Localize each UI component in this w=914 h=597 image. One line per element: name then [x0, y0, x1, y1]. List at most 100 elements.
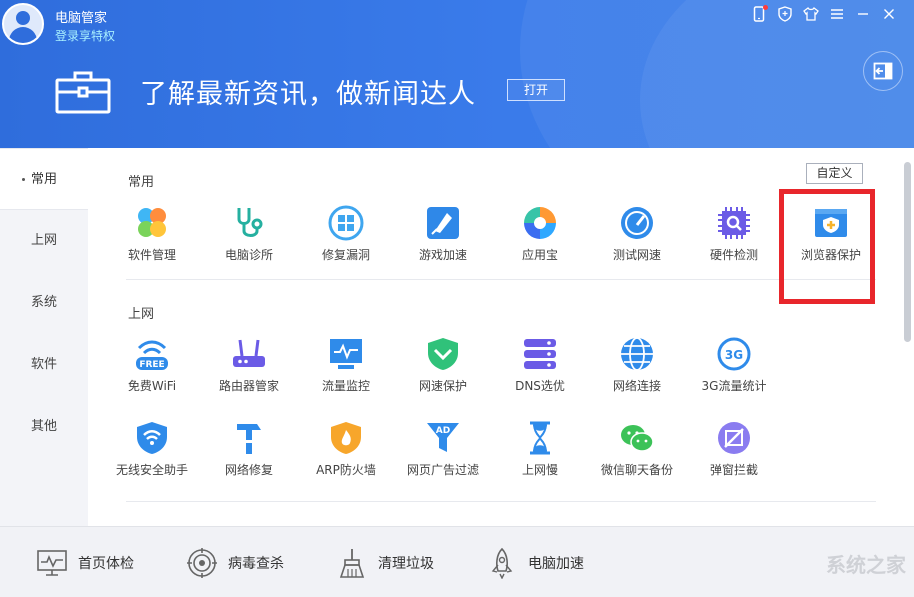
tool-label: 网速保护 [418, 379, 467, 393]
nav-home-checkup[interactable]: 首页体检 [36, 547, 134, 579]
close-icon[interactable] [876, 4, 902, 24]
dns-server-icon [524, 339, 556, 369]
tool-label: 修复漏洞 [321, 248, 370, 262]
tool-wechat-backup[interactable]: 微信聊天备份 [594, 420, 680, 492]
skin-shirt-icon[interactable] [798, 4, 824, 24]
tool-label: 路由器管家 [218, 379, 279, 393]
nav-virus-scan[interactable]: 病毒查杀 [186, 547, 284, 579]
sidebar-item-label: 其他 [30, 419, 57, 434]
shield-icon[interactable] [772, 4, 798, 24]
globe-icon [621, 337, 653, 371]
tool-popup-block[interactable]: 弹窗拦截 [691, 420, 777, 492]
tool-label: 网页广告过滤 [406, 463, 479, 477]
wechat-icon [621, 425, 654, 452]
app-title: 电脑管家 [55, 11, 108, 26]
tool-app-store[interactable]: 应用宝 [497, 205, 583, 277]
tool-label: 网络修复 [224, 463, 273, 477]
sidebar: 常用 上网 系统 软件 其他 [0, 148, 88, 526]
tool-label: 游戏加速 [418, 248, 467, 262]
scrollbar[interactable] [904, 162, 911, 342]
tool-speed-test[interactable]: 测试网速 [594, 205, 680, 277]
sidebar-item-system[interactable]: 系统 [0, 272, 88, 334]
tool-label: 流量监控 [321, 379, 370, 393]
tool-router-manager[interactable]: 路由器管家 [206, 336, 292, 408]
tool-label: 应用宝 [521, 248, 558, 262]
app-store-icon [524, 207, 556, 239]
section-title: 上网 [128, 307, 155, 322]
tool-label: 微信聊天备份 [600, 463, 673, 477]
tool-label: 免费WiFi [127, 379, 177, 393]
tool-speed-protection[interactable]: 网速保护 [400, 336, 486, 408]
target-icon [187, 548, 217, 578]
nav-label: 病毒查杀 [228, 556, 284, 572]
tool-label: 网络连接 [612, 379, 661, 393]
phone-icon[interactable] [746, 4, 772, 24]
tool-label: ARP防火墙 [316, 463, 376, 477]
tool-pc-clinic[interactable]: 电脑诊所 [206, 205, 292, 277]
tool-network-repair[interactable]: 网络修复 [206, 420, 292, 492]
tool-slow-internet[interactable]: 上网慢 [497, 420, 583, 492]
nav-pc-speedup[interactable]: 电脑加速 [486, 547, 584, 579]
tool-fix-vulnerability[interactable]: 修复漏洞 [303, 205, 389, 277]
nav-label: 清理垃圾 [378, 556, 434, 572]
sidebar-item-other[interactable]: 其他 [0, 396, 88, 458]
tool-label: 3G流量统计 [701, 379, 767, 393]
tool-traffic-monitor[interactable]: 流量监控 [303, 336, 389, 408]
ad-badge: AD [436, 426, 450, 436]
tool-label: 弹窗拦截 [709, 463, 758, 477]
nav-clean-junk[interactable]: 清理垃圾 [336, 547, 434, 579]
avatar[interactable] [2, 3, 44, 45]
tool-label: DNS选优 [515, 379, 565, 393]
toolbox-icon [55, 70, 111, 114]
tool-network-connection[interactable]: 网络连接 [594, 336, 680, 408]
tool-wireless-security[interactable]: 无线安全助手 [109, 420, 195, 492]
watermark-logo: 系统之家 [826, 553, 906, 577]
tool-label: 无线安全助手 [115, 463, 188, 477]
menu-icon[interactable] [824, 4, 850, 24]
tool-label: 电脑诊所 [224, 248, 273, 262]
header-banner: 电脑管家 登录享特权 了解最新资讯，做新闻达人 打开 [0, 0, 914, 148]
tool-game-boost[interactable]: 游戏加速 [400, 205, 486, 277]
tool-dns-optimize[interactable]: DNS选优 [497, 336, 583, 408]
3g-icon: 3G [717, 337, 751, 371]
highlight-box [779, 189, 875, 304]
section-divider [126, 501, 876, 502]
rocket-icon [491, 547, 513, 579]
sidebar-item-software[interactable]: 软件 [0, 334, 88, 396]
monitor-pulse-icon [37, 550, 67, 576]
section-divider [126, 279, 876, 280]
nav-label: 电脑加速 [528, 556, 584, 572]
tool-arp-firewall[interactable]: ARP防火墙 [303, 420, 389, 492]
free-badge: FREE [139, 360, 164, 370]
windows-repair-icon [328, 205, 364, 241]
bottom-nav: 首页体检 病毒查杀 清理垃圾 电脑加速 系统之家 [0, 526, 914, 597]
login-link[interactable]: 登录享特权 [55, 27, 115, 44]
sidebar-item-label: 上网 [30, 233, 57, 248]
hourglass-icon [530, 421, 550, 455]
headline: 了解最新资讯，做新闻达人 [140, 79, 476, 110]
sidebar-item-internet[interactable]: 上网 [0, 210, 88, 272]
popup-block-icon [718, 422, 750, 454]
tool-label: 测试网速 [612, 248, 661, 262]
minimize-icon[interactable] [850, 4, 876, 24]
tool-ad-filter[interactable]: AD 网页广告过滤 [400, 420, 486, 492]
tool-label: 上网慢 [521, 463, 558, 477]
hammer-icon [237, 424, 261, 454]
game-boost-icon [427, 207, 459, 239]
customize-button[interactable]: 自定义 [806, 163, 863, 184]
window-controls [746, 4, 902, 24]
traffic-monitor-icon [330, 339, 362, 369]
exit-button[interactable] [863, 51, 903, 91]
ad-filter-icon: AD [427, 423, 459, 452]
router-icon [233, 339, 265, 367]
open-button[interactable]: 打开 [507, 79, 565, 101]
section-title: 常用 [128, 175, 155, 190]
tool-free-wifi[interactable]: FREE 免费WiFi [109, 336, 195, 408]
tool-3g-traffic[interactable]: 3G 3G流量统计 [691, 336, 777, 408]
tool-hardware-check[interactable]: 硬件检测 [691, 205, 777, 277]
firewall-icon [331, 422, 361, 454]
tool-software-manager[interactable]: 软件管理 [109, 205, 195, 277]
tool-label: 软件管理 [127, 248, 176, 262]
free-wifi-icon: FREE [136, 340, 168, 370]
sidebar-item-common[interactable]: 常用 [0, 148, 88, 210]
